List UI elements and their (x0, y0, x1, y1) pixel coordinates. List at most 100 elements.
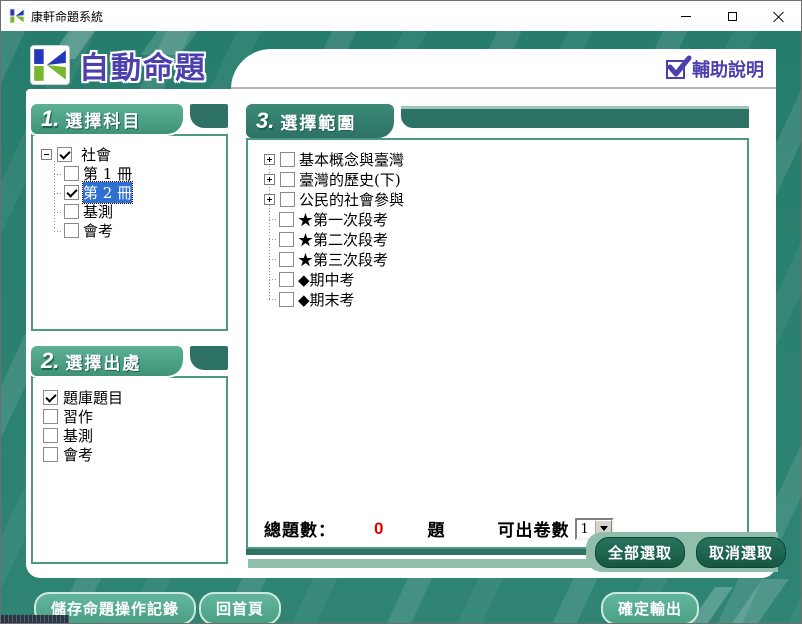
source-list: 題庫題目 習作 基測 會考 (31, 376, 228, 564)
taskbar-fragment (1, 615, 69, 623)
total-questions-value: 0 (374, 518, 384, 538)
checkbox[interactable] (279, 211, 294, 227)
list-item[interactable]: 題庫題目 (43, 388, 226, 407)
app-logo (31, 46, 69, 84)
expand-icon[interactable] (264, 153, 275, 165)
checkbox[interactable] (64, 166, 79, 181)
list-item-label: 習作 (63, 408, 94, 426)
tree-item-label[interactable]: ◆期中考 (298, 269, 355, 290)
checkbox[interactable] (64, 223, 79, 238)
list-item-label: 基測 (63, 427, 94, 445)
tree-item-root[interactable]: 社會 (33, 145, 226, 164)
header-panel: 輔助說明 (231, 49, 776, 89)
panel2-header: 2. 選擇出處 (31, 346, 228, 376)
tree-item[interactable]: 基測 (54, 202, 226, 221)
list-item[interactable]: 基測 (43, 426, 226, 445)
checkbox[interactable] (43, 390, 58, 405)
tree-item[interactable]: 臺灣的歷史(下) (264, 169, 747, 190)
panel1-tab: 1. 選擇科目 (31, 104, 183, 134)
checkbox[interactable] (64, 204, 79, 219)
help-link[interactable]: 輔助說明 (666, 55, 764, 82)
tree-item-label[interactable]: ★第一次段考 (298, 209, 388, 230)
checkbox[interactable] (57, 147, 72, 162)
list-item-label: 題庫題目 (63, 389, 124, 407)
tree-item-label[interactable]: 基測 (83, 201, 113, 222)
tree-item[interactable]: ★第二次段考 (269, 229, 747, 249)
tree-item[interactable]: ◆期末考 (269, 289, 747, 309)
help-label: 輔助說明 (692, 60, 764, 80)
select-all-button[interactable]: 全部選取 (595, 536, 686, 568)
panel3-title: 選擇範圍 (280, 113, 357, 133)
close-icon (773, 11, 784, 22)
panel1-header-fill (190, 104, 228, 128)
minimize-button[interactable] (663, 1, 709, 31)
tree-item[interactable]: ★第一次段考 (269, 209, 747, 229)
tree-item-label[interactable]: ◆期末考 (298, 289, 355, 310)
minimize-icon (681, 15, 691, 17)
tree-item-label-selected[interactable]: 第 2 冊 (81, 181, 134, 204)
tree-item[interactable]: 基本概念與臺灣 (264, 149, 747, 170)
checkbox[interactable] (43, 428, 58, 443)
close-button[interactable] (755, 1, 801, 31)
list-item[interactable]: 會考 (43, 445, 226, 464)
panel1-title: 選擇科目 (65, 111, 142, 131)
tree-item[interactable]: ◆期中考 (269, 269, 747, 289)
checkbox[interactable] (279, 291, 294, 307)
expand-icon[interactable] (264, 173, 275, 185)
tree-item-label[interactable]: ★第二次段考 (298, 229, 388, 250)
tree-item-label[interactable]: 臺灣的歷史(下) (299, 169, 401, 190)
checkbox[interactable] (280, 191, 295, 207)
tree-item[interactable]: 第 1 冊 (54, 164, 226, 183)
total-questions-label: 總題數： (264, 521, 336, 540)
checkbox[interactable] (279, 271, 294, 287)
page-title: 自動命題 (79, 52, 207, 85)
chevron-down-icon (599, 526, 608, 531)
selection-buttons-bar: 全部選取 取消選取 (586, 532, 787, 572)
paper-count-label: 可出卷數 (497, 521, 570, 540)
titlebar: 康軒命題系統 (1, 1, 801, 31)
expand-icon[interactable] (264, 193, 275, 205)
range-tree: 基本概念與臺灣 臺灣的歷史(下) 公民的社會參與 ★第一次段考 ★第二次段考 ★… (246, 138, 749, 549)
maximize-button[interactable] (709, 1, 755, 31)
panel2-tab: 2. 選擇出處 (31, 346, 183, 376)
panel3-header: 3. 選擇範圍 (246, 104, 749, 138)
tree-item-label[interactable]: 社會 (81, 144, 111, 165)
tree-item-label[interactable]: 公民的社會參與 (299, 189, 404, 210)
tree-item[interactable]: 會考 (54, 221, 226, 240)
app-window: 康軒命題系統 輔助說明 自動命題 1. 選擇科目 社會 第 1 冊 第 2 冊 … (0, 0, 802, 624)
tree-item-label[interactable]: 會考 (83, 220, 113, 241)
checkbox[interactable] (280, 151, 295, 167)
checkbox[interactable] (279, 231, 294, 247)
home-button[interactable]: 回首頁 (199, 592, 282, 623)
questions-unit-label: 題 (427, 521, 446, 540)
confirm-output-button[interactable]: 確定輸出 (601, 592, 700, 623)
checkbox[interactable] (280, 171, 295, 187)
window-title: 康軒命題系統 (31, 9, 104, 24)
panel3-tab: 3. 選擇範圍 (246, 104, 394, 138)
panel-select-source: 2. 選擇出處 題庫題目 習作 基測 會考 (31, 346, 228, 564)
panel1-number: 1. (41, 106, 60, 131)
list-item[interactable]: 習作 (43, 407, 226, 426)
app-logo-icon (9, 8, 25, 24)
panel2-title: 選擇出處 (65, 353, 142, 373)
brand: 自動命題 (31, 43, 207, 87)
checkbox[interactable] (279, 251, 294, 267)
tree-item-label[interactable]: ★第三次段考 (298, 249, 388, 270)
deselect-button[interactable]: 取消選取 (696, 536, 787, 568)
checkbox[interactable] (64, 185, 79, 200)
list-item-label: 會考 (63, 446, 94, 464)
tree-item[interactable]: 公民的社會參與 (264, 189, 747, 210)
panel1-header: 1. 選擇科目 (31, 104, 228, 134)
tree-item[interactable]: 第 2 冊 (54, 181, 226, 204)
tree-item[interactable]: ★第三次段考 (269, 249, 747, 269)
collapse-icon[interactable] (41, 149, 52, 160)
app-background: 輔助說明 自動命題 1. 選擇科目 社會 第 1 冊 第 2 冊 基測 會考 2… (1, 25, 801, 623)
subject-tree: 社會 第 1 冊 第 2 冊 基測 會考 (31, 134, 228, 331)
tree-item-label[interactable]: 基本概念與臺灣 (299, 149, 404, 170)
panel3-header-fill (401, 106, 749, 128)
tree-item-label[interactable]: 第 1 冊 (83, 163, 132, 184)
panel-select-range: 3. 選擇範圍 基本概念與臺灣 臺灣的歷史(下) 公民的社會參與 ★第一次段考 … (246, 104, 749, 549)
panel2-number: 2. (41, 348, 60, 373)
checkbox[interactable] (43, 409, 58, 424)
checkbox[interactable] (43, 447, 58, 462)
